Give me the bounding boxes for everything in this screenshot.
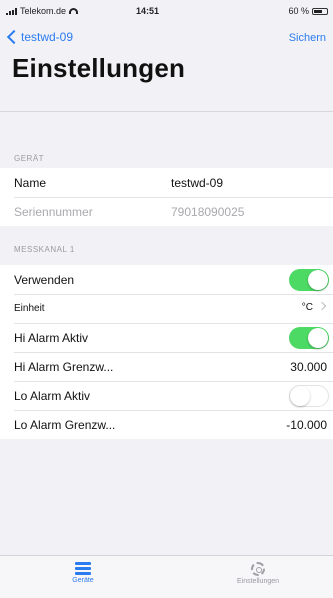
gear-icon <box>251 562 265 576</box>
status-time: 14:51 <box>136 6 160 16</box>
back-button-label: testwd-09 <box>21 30 74 44</box>
use-row: Verwenden <box>0 265 333 294</box>
tab-settings-label: Einstellungen <box>236 578 280 585</box>
unit-value-wrap: °C <box>301 301 327 313</box>
wifi-icon <box>69 8 79 14</box>
lo-alarm-limit-row[interactable]: Lo Alarm Grenzw... -10.000 <box>0 410 333 439</box>
serial-row: Seriennummer 79018090025 <box>0 197 333 226</box>
tab-devices-label: Geräte <box>72 577 94 584</box>
status-left: Telekom.de <box>6 6 79 16</box>
hi-alarm-limit-row[interactable]: Hi Alarm Grenzw... 30.000 <box>0 352 333 381</box>
battery-icon <box>312 7 328 15</box>
use-label: Verwenden <box>14 272 75 287</box>
carrier-label: Telekom.de <box>20 6 67 16</box>
signal-icon <box>6 7 17 15</box>
tab-settings[interactable]: Einstellungen <box>228 562 288 585</box>
chevron-right-icon <box>317 301 327 311</box>
name-label: Name <box>14 175 47 190</box>
status-bar: Telekom.de 14:51 60 % <box>0 0 333 22</box>
unit-row[interactable]: Einheit °C <box>0 294 333 323</box>
battery-percent: 60 % <box>288 6 309 16</box>
chevron-left-icon <box>6 29 22 45</box>
name-field[interactable]: testwd-09 <box>171 176 223 190</box>
lo-alarm-active-toggle[interactable] <box>289 385 329 407</box>
hi-alarm-active-row: Hi Alarm Aktiv <box>0 323 333 352</box>
name-row[interactable]: Name testwd-09 <box>0 168 333 197</box>
tab-bar: Geräte Einstellungen <box>0 555 333 598</box>
section-header-device: GERÄT <box>14 154 45 163</box>
hi-alarm-limit-label: Hi Alarm Grenzw... <box>14 359 114 374</box>
lo-alarm-active-label: Lo Alarm Aktiv <box>14 388 91 403</box>
hi-alarm-active-toggle[interactable] <box>289 327 329 349</box>
serial-value: 79018090025 <box>171 205 245 219</box>
section-header-channel: MESSKANAL 1 <box>14 245 75 254</box>
hi-alarm-limit-field[interactable]: 30.000 <box>290 360 327 374</box>
save-button[interactable]: Sichern <box>289 32 326 44</box>
page-title: Einstellungen <box>12 53 186 83</box>
lo-alarm-active-row: Lo Alarm Aktiv <box>0 381 333 410</box>
unit-value: °C <box>301 302 313 313</box>
tab-devices[interactable]: Geräte <box>53 562 113 584</box>
serial-label: Seriennummer <box>14 204 93 219</box>
channel-group: Verwenden Einheit °C Hi Alarm Aktiv Hi A… <box>0 265 333 439</box>
hi-alarm-active-label: Hi Alarm Aktiv <box>14 330 89 345</box>
device-group: Name testwd-09 Seriennummer 79018090025 <box>0 168 333 226</box>
lo-alarm-limit-field[interactable]: -10.000 <box>286 418 327 432</box>
unit-label: Einheit <box>14 303 45 314</box>
title-divider <box>0 111 333 112</box>
lo-alarm-limit-label: Lo Alarm Grenzw... <box>14 417 116 432</box>
status-right: 60 % <box>288 6 328 16</box>
list-icon <box>75 562 91 575</box>
use-toggle[interactable] <box>289 269 329 291</box>
navigation-bar: testwd-09 Sichern <box>0 22 333 48</box>
back-button[interactable]: testwd-09 <box>6 29 74 45</box>
